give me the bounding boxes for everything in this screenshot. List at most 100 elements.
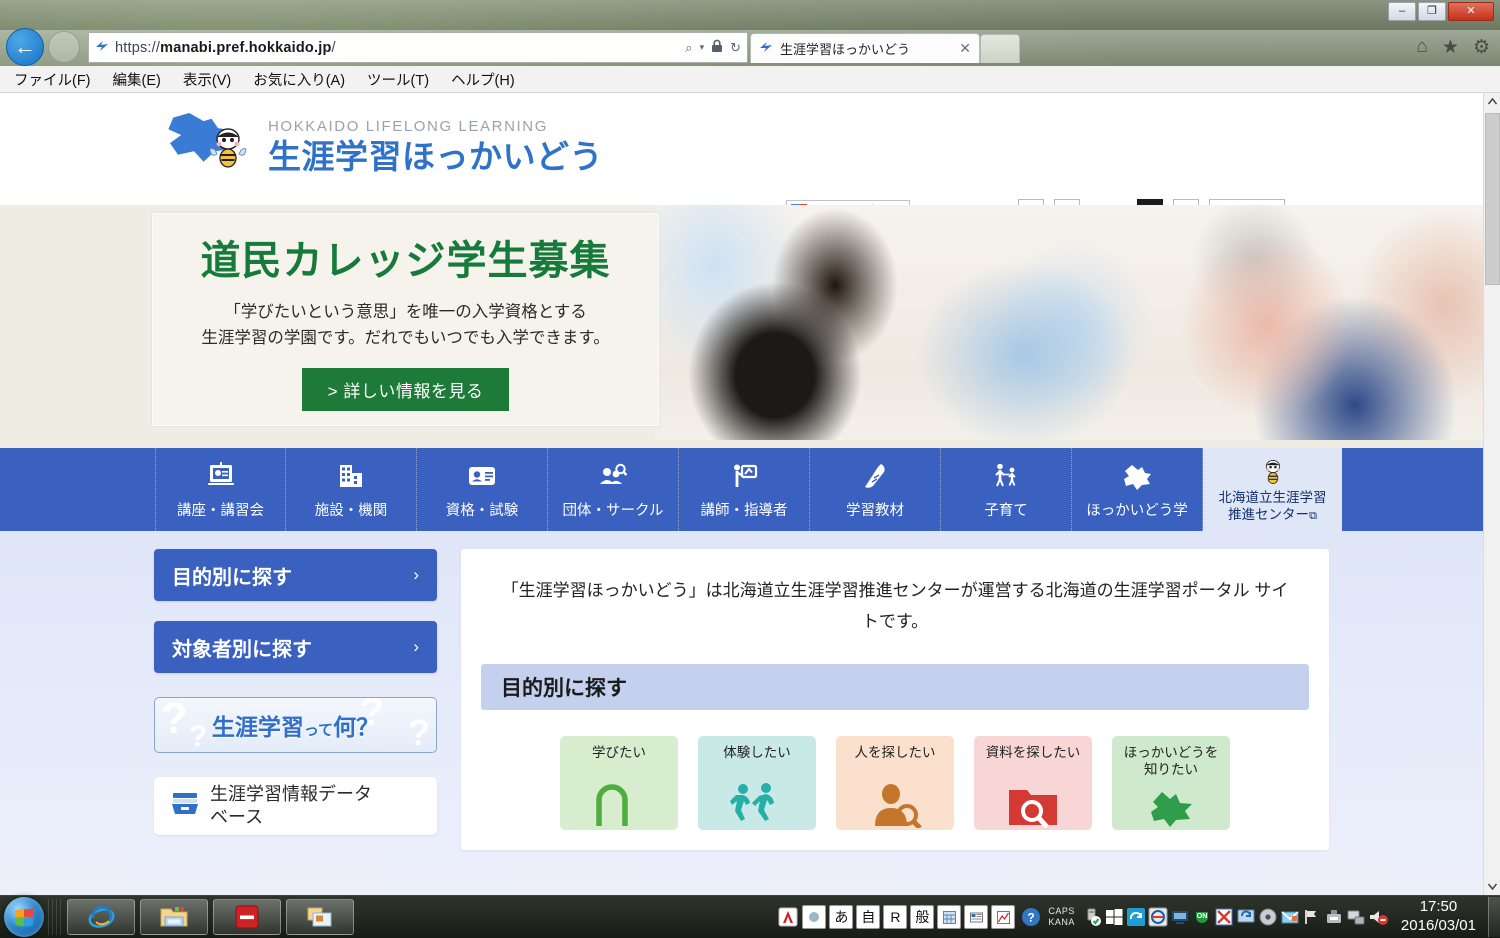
forward-button[interactable]: → <box>48 31 80 63</box>
gnav-item-facilities[interactable]: 施設・機関 <box>286 448 417 531</box>
hero-photo <box>655 205 1483 440</box>
adobe-icon[interactable] <box>777 906 799 928</box>
ime-toggle-icon[interactable] <box>802 905 827 929</box>
sidebar-item-database[interactable]: 生涯学習情報データ ベース <box>154 777 437 835</box>
browser-toolbar-icons: ⌂ ★ ⚙ <box>1416 36 1490 59</box>
taskbar-app-file-explorer[interactable] <box>140 899 208 935</box>
back-button[interactable]: ← <box>6 28 44 66</box>
card-shiryo-sagashitai[interactable]: 資料を探したい <box>974 735 1092 830</box>
instructor-board-icon <box>729 460 759 492</box>
sidebar-item-what-is-lifelong-learning[interactable]: ? ? ? ? 生涯学習って何？ <box>154 697 437 753</box>
ime-chart-icon[interactable] <box>991 905 1016 929</box>
hero-cta-button[interactable]: > 詳しい情報を見る <box>301 368 510 412</box>
gnav-label: 講師・指導者 <box>700 502 788 519</box>
sidebar-quiz-label: 生涯学習って何？ <box>212 708 379 742</box>
volume-muted-icon[interactable] <box>1367 906 1389 928</box>
star-icon[interactable]: ★ <box>1442 36 1459 59</box>
card-hokkaido-shiritai[interactable]: ほっかいどうを 知りたい <box>1112 735 1230 830</box>
gnav-item-childcare[interactable]: 子育て <box>941 448 1072 531</box>
ime-mode-general[interactable]: 般 <box>910 905 935 929</box>
home-icon[interactable]: ⌂ <box>1416 36 1427 59</box>
sidebar-item-by-audience[interactable]: 対象者別に探す › <box>154 621 437 673</box>
gnav-item-groups[interactable]: 団体・サークル <box>548 448 679 531</box>
disc-icon[interactable] <box>1257 906 1279 928</box>
close-button[interactable]: ✕ <box>1448 2 1494 21</box>
chevron-right-icon: › <box>413 637 419 656</box>
gnav-label: ほっかいどう学 <box>1086 502 1188 519</box>
usb-device-icon[interactable] <box>1081 906 1103 928</box>
refresh-screen-icon[interactable] <box>1235 906 1257 928</box>
gnav-label: 子育て <box>984 502 1028 519</box>
gnav-item-materials[interactable]: 学習教材 <box>810 448 941 531</box>
vertical-scrollbar[interactable] <box>1483 93 1500 895</box>
teamviewer-icon[interactable] <box>1147 906 1169 928</box>
hero-title: 道民カレッジ学生募集 <box>200 238 611 283</box>
sidebar-item-label: 対象者別に探す <box>172 638 312 661</box>
site-header: HOKKAIDO LIFELONG LEARNING 生涯学習ほっかいどう 言語 <box>0 93 1483 291</box>
close-icon[interactable]: ✕ <box>959 40 971 57</box>
scroll-up-icon[interactable] <box>1484 93 1500 110</box>
show-desktop-button[interactable] <box>1488 897 1500 937</box>
logo-mark <box>162 111 260 173</box>
hero-subtitle-line2: 生涯学習の学園です。だれでもいつでも入学できます。 <box>201 328 610 347</box>
start-button[interactable] <box>4 897 44 937</box>
page-body: 目的別に探す › 対象者別に探す › ? ? ? ? 生涯学習って何？ 生涯学習… <box>0 531 1483 895</box>
page-viewport: HOKKAIDO LIFELONG LEARNING 生涯学習ほっかいどう 言語 <box>0 93 1500 895</box>
card-taiken[interactable]: 体験したい <box>698 735 816 830</box>
antivirus-on-icon[interactable]: ON <box>1191 906 1213 928</box>
action-center-flag-icon[interactable] <box>1301 906 1323 928</box>
refresh-icon[interactable]: ↻ <box>730 40 741 56</box>
gnav-item-instructors[interactable]: 講師・指導者 <box>679 448 810 531</box>
system-tray: あ 自 R 般 ? CAPS KANA ON 17:50 2016/03/01 <box>777 898 1488 936</box>
menu-item-file[interactable]: ファイル(F) <box>14 69 91 90</box>
search-icon[interactable]: ⌕ <box>685 40 692 56</box>
menu-item-help[interactable]: ヘルプ(H) <box>451 69 515 90</box>
menu-item-favorites[interactable]: お気に入り(A) <box>253 69 345 90</box>
chevron-down-icon[interactable]: ▾ <box>700 42 705 53</box>
browser-tab[interactable]: 生涯学習ほっかいどう ✕ <box>750 33 980 63</box>
taskbar-clock[interactable]: 17:50 2016/03/01 <box>1401 898 1476 936</box>
gnav-item-center[interactable]: 北海道立生涯学習 推進センター⧉ <box>1203 448 1342 531</box>
minimize-button[interactable]: – <box>1388 2 1416 21</box>
windows-update-icon[interactable] <box>1103 906 1125 928</box>
help-icon[interactable]: ? <box>1020 906 1042 928</box>
safely-remove-icon[interactable] <box>1323 906 1345 928</box>
gnav-item-hokkaidogaku[interactable]: ほっかいどう学 <box>1072 448 1203 531</box>
taskbar-app-media[interactable] <box>286 899 354 935</box>
svg-text:ON: ON <box>1197 913 1208 920</box>
network-monitor-icon[interactable] <box>1169 906 1191 928</box>
gnav-item-qualifications[interactable]: 資格・試験 <box>417 448 548 531</box>
address-bar[interactable]: https://manabi.pref.hokkaido.jp/ ⌕ ▾ ↻ <box>88 32 748 63</box>
ime-mode-auto[interactable]: 自 <box>856 905 881 929</box>
taskbar-app-red[interactable] <box>213 899 281 935</box>
global-nav: 講座・講習会 施設・機関 資格・試験 団体・サークル 講師・指導者 学習教材 子… <box>0 448 1483 531</box>
excel-disabled-icon[interactable] <box>1213 906 1235 928</box>
window-controls: – ❐ ✕ <box>1388 2 1494 21</box>
buildings-icon <box>336 460 366 492</box>
site-lead-text: 「生涯学習ほっかいどう」は北海道立生涯学習推進センターが運営する北海道の生涯学習… <box>481 575 1309 638</box>
new-tab-button[interactable] <box>980 34 1020 63</box>
sidebar-item-by-purpose[interactable]: 目的別に探す › <box>154 549 437 601</box>
menu-item-edit[interactable]: 編集(E) <box>113 69 161 90</box>
gear-icon[interactable]: ⚙ <box>1473 36 1490 59</box>
address-bar-actions: ⌕ ▾ ↻ <box>685 39 741 56</box>
restore-button[interactable]: ❐ <box>1418 2 1446 21</box>
card-hito-sagashitai[interactable]: 人を探したい <box>836 735 954 830</box>
sync-icon[interactable] <box>1125 906 1147 928</box>
ime-pad-icon[interactable] <box>937 905 962 929</box>
network-icon[interactable] <box>1345 906 1367 928</box>
ime-mode-hiragana[interactable]: あ <box>829 905 854 929</box>
menu-item-tools[interactable]: ツール(T) <box>367 69 429 90</box>
caps-line2: KANA <box>1048 917 1075 927</box>
taskbar-app-internet-explorer[interactable] <box>67 899 135 935</box>
gnav-item-courses[interactable]: 講座・講習会 <box>155 448 286 531</box>
card-manabitai[interactable]: 学びたい <box>560 735 678 830</box>
scroll-down-icon[interactable] <box>1484 878 1500 895</box>
scrollbar-thumb[interactable] <box>1485 113 1500 285</box>
ime-dictionary-icon[interactable] <box>964 905 989 929</box>
ime-mode-roman[interactable]: R <box>883 905 908 929</box>
taskbar: あ 自 R 般 ? CAPS KANA ON 17:50 2016/03/01 <box>0 895 1500 938</box>
menu-item-view[interactable]: 表示(V) <box>183 69 231 90</box>
site-logo[interactable]: HOKKAIDO LIFELONG LEARNING 生涯学習ほっかいどう <box>162 111 603 173</box>
mail-icon[interactable] <box>1279 906 1301 928</box>
